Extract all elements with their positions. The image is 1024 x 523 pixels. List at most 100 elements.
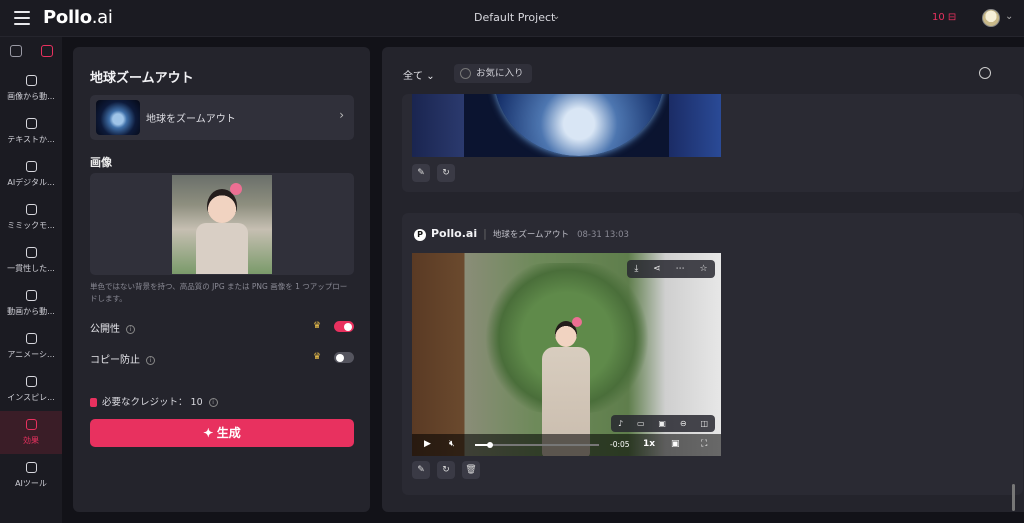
generate-label: 生成 xyxy=(216,426,241,440)
mute-icon[interactable]: 🔇︎ xyxy=(449,439,455,449)
chevron-down-icon[interactable]: ⌄ xyxy=(552,11,560,22)
frame-icon[interactable]: ▣ xyxy=(658,419,666,428)
app-logo[interactable]: Pollo.ai xyxy=(43,7,113,28)
uploaded-photo xyxy=(172,175,272,274)
sidebar-item-label: AIデジタル... xyxy=(7,178,55,187)
avatar[interactable] xyxy=(982,9,1000,27)
scrollbar[interactable] xyxy=(1012,484,1015,511)
sidebar-item-mimic[interactable]: ミミックモ... xyxy=(0,196,62,239)
sidebar-item-label: AIツール xyxy=(15,479,47,488)
split-icon[interactable]: ◫ xyxy=(700,419,708,428)
chevron-right-icon: › xyxy=(339,108,344,122)
user-settings-icon[interactable] xyxy=(979,67,991,79)
share-icon[interactable]: ⋖ xyxy=(653,264,661,274)
info-icon[interactable]: i xyxy=(208,398,218,407)
speed-button[interactable]: 1x xyxy=(643,439,655,449)
sidebar-item-label: テキストか... xyxy=(7,135,55,144)
video-player[interactable]: ⤓ ⋖ ⋯ ☆ ♪ ▭ ▣ ⊖ ◫ ▶ 🔇︎ -0:05 1x ▣ ⛶ xyxy=(412,253,721,456)
sidebar-item-text-to-video[interactable]: テキストか... xyxy=(0,110,62,153)
play-icon[interactable]: ▶ xyxy=(424,439,431,449)
info-icon[interactable]: i xyxy=(146,355,155,365)
info-icon[interactable]: i xyxy=(126,324,135,334)
favorites-filter[interactable]: お気に入り xyxy=(454,64,532,83)
credits-badge[interactable]: 10 ⊟ xyxy=(932,12,956,23)
effect-thumbnail xyxy=(96,100,140,135)
loop-icon[interactable]: ⊖ xyxy=(680,419,687,428)
sidebar-item-effects[interactable]: 効果 xyxy=(0,411,62,454)
favorites-label: お気に入り xyxy=(476,68,524,79)
image-mode-icon[interactable] xyxy=(9,45,22,57)
filter-value: 全て xyxy=(403,71,423,82)
sidebar-item-ai-digital[interactable]: AIデジタル... xyxy=(0,153,62,196)
result-header: P Pollo.ai | 地球をズームアウト 08-31 13:03 xyxy=(414,227,629,241)
download-icon[interactable]: ⤓ xyxy=(634,264,638,274)
menu-icon[interactable] xyxy=(14,11,30,25)
compass-icon xyxy=(25,376,37,387)
credit-required-text: 必要なクレジット： 10 xyxy=(102,397,203,408)
top-bar: Pollo.ai Default Project ⌄ 10 ⊟ ⌄ xyxy=(0,0,1024,37)
sidebar-item-consistent[interactable]: 一貫性した... xyxy=(0,239,62,282)
panel-title: 地球ズームアウト xyxy=(90,71,194,86)
checkbox-icon xyxy=(460,68,471,79)
logo-suffix: .ai xyxy=(91,7,113,28)
sidebar-item-label: ミミックモ... xyxy=(7,221,55,230)
fullscreen-icon[interactable]: ⛶ xyxy=(701,439,707,449)
sidebar: 画像から動... テキストか... AIデジタル... ミミックモ... 一貫性… xyxy=(0,37,62,523)
credit-icon xyxy=(90,398,97,407)
image-upload-area[interactable] xyxy=(90,173,354,275)
public-label: 公開性 xyxy=(90,324,120,335)
sidebar-item-animation[interactable]: アニメーシ... xyxy=(0,325,62,368)
regenerate-icon[interactable]: ↻ xyxy=(437,461,455,479)
delete-icon[interactable]: 🗑︎ xyxy=(462,461,480,479)
tiktok-icon[interactable]: ♪ xyxy=(618,419,623,428)
video-controls: ▶ 🔇︎ -0:05 1x ▣ ⛶ xyxy=(412,434,721,456)
chevron-down-icon[interactable]: ⌄ xyxy=(1005,11,1013,22)
chevron-down-icon: ⌄ xyxy=(426,71,435,82)
upload-hint: 単色ではない背景を持つ、高品質の JPG または PNG 画像を 1 つアップロ… xyxy=(90,282,348,303)
video-mode-icon[interactable] xyxy=(40,45,53,57)
public-toggle[interactable] xyxy=(334,321,354,332)
edit-icon[interactable]: ✎ xyxy=(412,164,430,182)
effect-label: 地球をズームアウト xyxy=(146,114,236,125)
filter-select[interactable]: 全て ⌄ xyxy=(403,67,435,82)
sidebar-item-label: アニメーシ... xyxy=(7,350,55,359)
sidebar-item-image-to-video[interactable]: 画像から動... xyxy=(0,67,62,110)
consistent-icon xyxy=(25,247,37,258)
sidebar-item-inspiration[interactable]: インスピレ... xyxy=(0,368,62,411)
sidebar-item-ai-tools[interactable]: AIツール xyxy=(0,454,62,497)
image-video-icon xyxy=(25,75,37,86)
regenerate-icon[interactable]: ↻ xyxy=(437,164,455,182)
animation-icon xyxy=(25,333,37,344)
pip-icon[interactable]: ▣ xyxy=(671,439,680,449)
sidebar-item-label: 効果 xyxy=(23,436,39,445)
result-timestamp: 08-31 13:03 xyxy=(577,230,629,240)
sidebar-item-label: 画像から動... xyxy=(7,92,55,101)
earth-video-thumbnail[interactable] xyxy=(412,94,721,157)
edit-icon[interactable]: ✎ xyxy=(412,461,430,479)
copy-protect-toggle[interactable] xyxy=(334,352,354,363)
result-effect: 地球をズームアウト xyxy=(492,230,570,240)
caption-icon[interactable]: ▭ xyxy=(637,419,645,428)
video-tools: ♪ ▭ ▣ ⊖ ◫ xyxy=(611,415,715,432)
sparkle-icon: ✦ xyxy=(203,426,217,440)
video-toolbar: ⤓ ⋖ ⋯ ☆ xyxy=(627,260,715,278)
logo-main: Pollo xyxy=(43,7,92,28)
credit-required: 必要なクレジット： 10 i xyxy=(90,394,218,408)
crown-icon: ♛ xyxy=(313,321,322,331)
results-area: 全て ⌄ お気に入り ✎ ↻ P Pollo.ai | 地球をズームアウト 08-31 … xyxy=(382,47,1024,512)
more-icon[interactable]: ⋯ xyxy=(676,264,685,274)
effect-selector[interactable]: 地球をズームアウト › xyxy=(90,95,354,140)
video-progress[interactable] xyxy=(475,442,599,448)
sidebar-item-video-to-video[interactable]: 動画から動... xyxy=(0,282,62,325)
digital-human-icon xyxy=(25,161,37,172)
video-time: -0:05 xyxy=(610,440,630,449)
star-icon[interactable]: ☆ xyxy=(699,264,707,274)
video-video-icon xyxy=(25,290,37,301)
settings-panel: 地球ズームアウト 地球をズームアウト › 画像 単色ではない背景を持つ、高品質の… xyxy=(73,47,370,512)
crown-icon: ♛ xyxy=(313,352,322,362)
result-brand: Pollo.ai xyxy=(431,227,478,240)
public-row: 公開性 i xyxy=(90,320,135,335)
generate-button[interactable]: ✦ 生成 xyxy=(90,419,354,447)
credits-count: 10 xyxy=(932,12,945,23)
project-selector[interactable]: Default Project xyxy=(474,11,555,24)
